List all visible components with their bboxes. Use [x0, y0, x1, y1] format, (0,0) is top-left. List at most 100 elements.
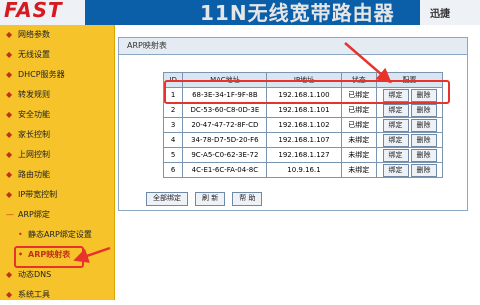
cell-status: 已绑定: [340, 87, 378, 103]
delete-button[interactable]: 删除: [410, 148, 437, 162]
cell-mac: 4C-E1-6C-FA-04-8C: [182, 162, 268, 178]
help-button[interactable]: 帮 助: [232, 191, 263, 206]
delete-button[interactable]: 删除: [410, 103, 437, 117]
menu-bullet-icon: •: [18, 250, 24, 259]
menu-bullet-icon: ◆: [6, 70, 13, 79]
bind-button[interactable]: 绑定: [382, 148, 409, 162]
menu-item-label: 网络参数: [18, 30, 50, 39]
cell-config: 绑定 删除: [376, 87, 443, 103]
bind-button[interactable]: 绑定: [382, 133, 409, 147]
brand-chinese-text: 迅捷: [430, 9, 450, 20]
delete-button[interactable]: 删除: [410, 163, 437, 177]
menu-bullet-icon: ◆: [6, 90, 13, 99]
cell-config: 绑定 删除: [376, 102, 443, 118]
col-config: 配置: [376, 72, 443, 88]
menu-item-label: 系统工具: [18, 290, 50, 299]
action-buttons: 全部绑定刷 新帮 助: [145, 188, 268, 207]
arp-table-panel: ARP映射表 ID MAC地址 IP地址 状态 配置 1 68-3E-34-1F…: [118, 37, 468, 211]
col-mac: MAC地址: [182, 72, 268, 88]
table-row: 5 9C-A5-C0-62-3E-72 192.168.1.127 未绑定 绑定…: [162, 147, 443, 163]
menu-item-label: 上网控制: [18, 150, 50, 159]
bind-button[interactable]: 绑定: [382, 163, 409, 177]
table-row: 4 34-78-D7-5D-20-F6 192.168.1.107 未绑定 绑定…: [162, 132, 443, 148]
menu-bullet-icon: ◆: [6, 270, 13, 279]
top-banner: FAST 11N无线宽带路由器 迅捷: [0, 0, 480, 25]
menu-item-security[interactable]: ◆ 安全功能: [0, 105, 114, 125]
menu-bullet-icon: •: [18, 230, 23, 239]
table-row: 6 4C-E1-6C-FA-04-8C 10.9.16.1 未绑定 绑定 删除: [162, 162, 443, 178]
col-ip: IP地址: [266, 72, 342, 88]
menu-item-wireless[interactable]: ◆ 无线设置: [0, 45, 114, 65]
delete-button[interactable]: 删除: [410, 118, 437, 132]
cell-mac: 34-78-D7-5D-20-F6: [182, 132, 268, 148]
col-id: ID: [162, 72, 184, 88]
cell-id: 6: [162, 162, 184, 178]
cell-ip: 192.168.1.127: [266, 147, 342, 163]
cell-ip: 10.9.16.1: [266, 162, 342, 178]
menu-item-system-tools[interactable]: ◆ 系统工具: [0, 285, 114, 305]
cell-status: 未绑定: [340, 162, 378, 178]
logo-area: FAST: [0, 0, 85, 25]
cell-config: 绑定 删除: [376, 162, 443, 178]
cell-mac: 9C-A5-C0-62-3E-72: [182, 147, 268, 163]
menu-item-label: 转发规则: [18, 90, 50, 99]
cell-mac: DC-53-60-C8-0D-3E: [182, 102, 268, 118]
cell-id: 1: [162, 87, 184, 103]
bind-button[interactable]: 绑定: [382, 88, 409, 102]
delete-button[interactable]: 删除: [410, 133, 437, 147]
menu-item-arp-table[interactable]: • ARP映射表: [0, 245, 114, 268]
brand-logo: FAST: [4, 0, 63, 22]
menu-item-label: 安全功能: [18, 110, 50, 119]
bind-button[interactable]: 绑定: [382, 103, 409, 117]
cell-id: 5: [162, 147, 184, 163]
cell-ip: 192.168.1.100: [266, 87, 342, 103]
cell-config: 绑定 删除: [376, 117, 443, 133]
menu-item-routing[interactable]: ◆ 路由功能: [0, 165, 114, 185]
menu-item-bandwidth[interactable]: ◆ IP带宽控制: [0, 185, 114, 205]
menu-bullet-icon: ◆: [6, 150, 13, 159]
menu-item-dhcp[interactable]: ◆ DHCP服务器: [0, 65, 114, 85]
menu-item-label: 路由功能: [18, 170, 50, 179]
menu-bullet-icon: ◆: [6, 170, 13, 179]
menu-item-access-control[interactable]: ◆ 上网控制: [0, 145, 114, 165]
panel-title: ARP映射表: [119, 38, 467, 55]
cell-status: 未绑定: [340, 147, 378, 163]
menu-item-parental[interactable]: ◆ 家长控制: [0, 125, 114, 145]
cell-mac: 68-3E-34-1F-9F-8B: [182, 87, 268, 103]
bind-button[interactable]: 绑定: [382, 118, 409, 132]
menu-bullet-icon: —: [6, 210, 14, 219]
menu-bullet-icon: ◆: [6, 110, 13, 119]
router-title: 11N无线宽带路由器: [200, 1, 395, 25]
cell-config: 绑定 删除: [376, 147, 443, 163]
menu-item-arp-binding[interactable]: — ARP绑定: [0, 205, 114, 225]
bind-all-button[interactable]: 全部绑定: [146, 191, 188, 206]
menu-item-label: ARP绑定: [18, 210, 50, 219]
menu-item-label: 家长控制: [18, 130, 50, 139]
table-row: 1 68-3E-34-1F-9F-8B 192.168.1.100 已绑定 绑定…: [162, 87, 443, 103]
cell-status: 已绑定: [340, 102, 378, 118]
table-row: 2 DC-53-60-C8-0D-3E 192.168.1.101 已绑定 绑定…: [162, 102, 443, 118]
menu-bullet-icon: ◆: [6, 190, 13, 199]
cell-status: 未绑定: [340, 132, 378, 148]
menu-bullet-icon: ◆: [6, 50, 13, 59]
menu-item-network-params[interactable]: ◆ 网络参数: [0, 25, 114, 45]
menu-item-label: IP带宽控制: [18, 190, 58, 199]
menu-bullet-icon: ◆: [6, 30, 13, 39]
cell-config: 绑定 删除: [376, 132, 443, 148]
menu-item-static-arp[interactable]: • 静态ARP绑定设置: [0, 225, 114, 245]
cell-ip: 192.168.1.101: [266, 102, 342, 118]
menu-item-forwarding[interactable]: ◆ 转发规则: [0, 85, 114, 105]
menu-bullet-icon: ◆: [6, 130, 13, 139]
cell-id: 2: [162, 102, 184, 118]
menu-item-label: DHCP服务器: [18, 70, 65, 79]
menu-item-ddns[interactable]: ◆ 动态DNS: [0, 265, 114, 285]
delete-button[interactable]: 删除: [410, 88, 437, 102]
table-row: 3 20-47-47-72-8F-CD 192.168.1.102 已绑定 绑定…: [162, 117, 443, 133]
cell-id: 4: [162, 132, 184, 148]
sidebar-menu: ◆ 网络参数 ◆ 无线设置 ◆ DHCP服务器 ◆ 转发规则 ◆ 安全功能 ◆ 家长控制 ◆…: [0, 25, 115, 300]
cell-id: 3: [162, 117, 184, 133]
arp-table: ID MAC地址 IP地址 状态 配置 1 68-3E-34-1F-9F-8B …: [162, 72, 443, 178]
col-status: 状态: [340, 72, 378, 88]
refresh-button[interactable]: 刷 新: [195, 191, 226, 206]
menu-item-label: 无线设置: [18, 50, 50, 59]
